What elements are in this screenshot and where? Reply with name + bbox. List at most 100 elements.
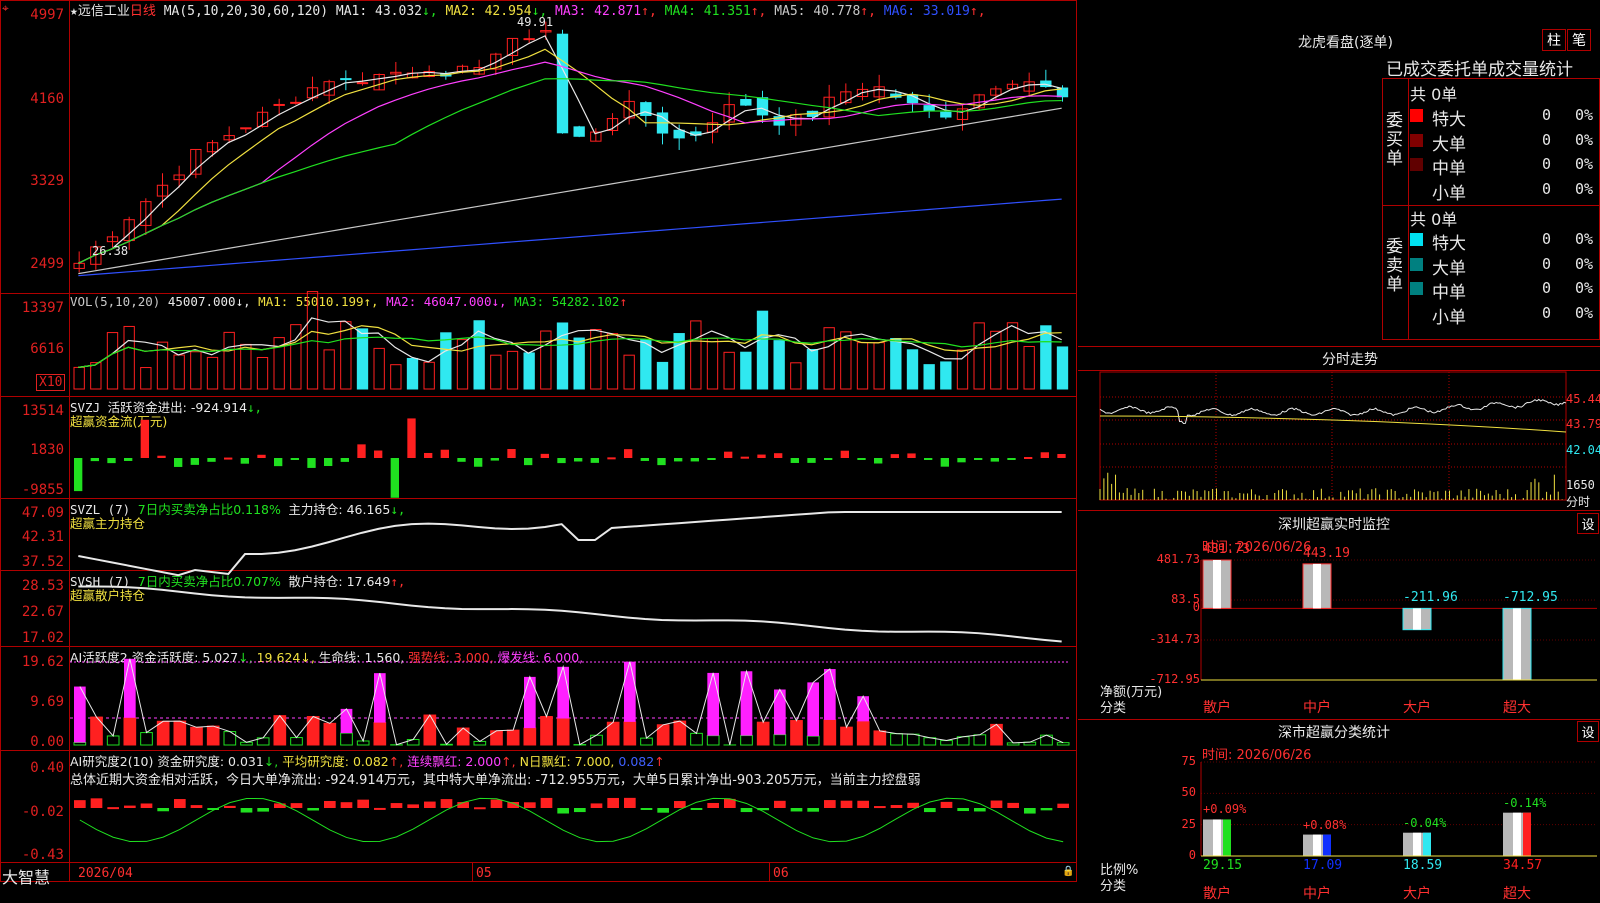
ratio-bar-accent: [1523, 813, 1531, 856]
monitor-cat-4: 超大: [1503, 697, 1531, 717]
ratio-chart: [1201, 762, 1597, 860]
ma1-line: [78, 36, 1061, 263]
candlestick-chart[interactable]: [70, 14, 1075, 292]
ratio-value-3: 18.59: [1403, 858, 1442, 873]
buy-swatch-2: [1410, 134, 1423, 147]
volume-bar: [224, 332, 234, 389]
ai2-axis-2: -0.02: [2, 804, 64, 820]
brand-label: 大智慧: [2, 864, 50, 888]
activity-spike: [741, 671, 753, 735]
tick-mode-button[interactable]: 笔: [1567, 29, 1591, 51]
main-holding-chart: [70, 510, 1075, 568]
volume-bar: [991, 331, 1001, 389]
flow-bar: [591, 458, 599, 463]
net-bar-highlight: [1213, 560, 1221, 608]
candle-body: [291, 102, 301, 103]
monitor-settings-button[interactable]: 设: [1577, 513, 1599, 534]
activity-spike: [624, 662, 636, 722]
flow-bar: [807, 458, 815, 463]
flow-bar: [957, 458, 965, 462]
svzl-axis-1: 47.09: [2, 505, 64, 521]
sell-row-label: 特大: [1432, 229, 1466, 254]
volume-bar: [807, 349, 817, 389]
research-bar: [307, 808, 319, 810]
research-bar: [324, 801, 336, 808]
candle-body: [524, 39, 534, 40]
volume-bar: [1041, 326, 1051, 389]
activity-bar: [641, 738, 653, 745]
ratio-value-2: 17.09: [1303, 858, 1342, 873]
activity-bar: [591, 735, 603, 745]
stat-settings-button[interactable]: 设: [1577, 721, 1599, 742]
fenshi-axis-1: 45.44: [1566, 392, 1600, 406]
stat-axis-1: 75: [1160, 754, 1196, 768]
ai1-axis-1: 19.62: [2, 654, 64, 670]
ratio-bar-accent: [1323, 835, 1331, 856]
candle-body: [557, 34, 567, 133]
research-chart: [70, 790, 1075, 860]
volume-bar: [207, 357, 217, 389]
sell-swatch-2: [1410, 258, 1423, 271]
candle-body: [574, 127, 584, 136]
volume-bar: [907, 350, 917, 389]
activity-bar: [757, 722, 769, 745]
research-bar: [857, 801, 869, 808]
intraday-chart[interactable]: [1100, 372, 1566, 508]
ai1-axis-3: 0.00: [2, 734, 64, 750]
research-bar: [591, 803, 603, 808]
monitor-axis-3: 0: [1130, 600, 1200, 614]
activity-bar: [807, 736, 819, 745]
lock-icon[interactable]: 🔒: [1062, 866, 1074, 877]
flow-bar: [424, 453, 432, 458]
research-bar: [574, 808, 586, 812]
research-bar: [124, 806, 136, 808]
fenshi-title: 分时走势: [1322, 349, 1378, 369]
sell-row-count: 0: [1542, 230, 1551, 248]
fenshi-axis-2: 43.79: [1566, 417, 1600, 431]
activity-bar: [291, 738, 303, 745]
flow-bar: [574, 458, 582, 461]
buy-row-label: 特大: [1432, 105, 1466, 130]
flow-bar: [524, 458, 532, 465]
flow-bar: [174, 458, 182, 467]
ai2-label: 资金研究度: 0.031: [157, 754, 263, 769]
vol-axis-2: 6616: [2, 341, 64, 357]
ratio-bar-highlight: [1513, 813, 1521, 856]
ai2-summary: 总体近期大资金相对活跃，今日大单净流出: -924.914万元，其中特大单净流出…: [70, 769, 921, 788]
research-bar: [541, 798, 553, 808]
volume-bar: [707, 339, 717, 389]
vol-unit-badge[interactable]: X10: [36, 374, 65, 391]
volume-bar: [624, 355, 634, 389]
ai2-v4: N日飘红: 7.000,: [520, 754, 615, 769]
research-bar: [607, 798, 619, 808]
monitor-axis-4: -314.73: [1130, 632, 1200, 646]
volume-bar: [91, 363, 101, 389]
volume-bar: [557, 323, 567, 389]
activity-bar: [424, 715, 436, 745]
flow-bar: [441, 450, 449, 458]
ai2-v3: 连续飘红: 2.000: [407, 754, 501, 769]
bar-mode-button[interactable]: 柱: [1542, 29, 1566, 51]
vol-axis-1: 13397: [2, 300, 64, 316]
high-price-label: 49.91: [517, 15, 553, 29]
ratio-bar-highlight: [1213, 819, 1221, 856]
activity-bar: [774, 735, 786, 745]
fenshi-axis-5: 分时: [1566, 493, 1590, 510]
flow-bar: [607, 457, 615, 459]
stat-axis-2: 50: [1160, 785, 1196, 799]
ratio-value-1: 29.15: [1203, 858, 1242, 873]
svzl-axis-2: 42.31: [2, 529, 64, 545]
flow-bar: [824, 458, 832, 460]
candle-body: [924, 106, 934, 111]
activity-bar: [457, 728, 469, 745]
candle-body: [241, 128, 251, 129]
research-bar: [257, 808, 269, 812]
flow-bar: [974, 458, 982, 460]
main-holding-line: [78, 512, 1061, 575]
research-bar: [991, 801, 1003, 808]
buy-swatch-4: [1410, 183, 1423, 196]
net-bar-highlight: [1313, 564, 1321, 609]
lhb-tabs[interactable]: 已成交委托单成交量统计: [1386, 55, 1573, 80]
research-bar: [741, 808, 753, 812]
flow-bar: [1041, 452, 1049, 458]
